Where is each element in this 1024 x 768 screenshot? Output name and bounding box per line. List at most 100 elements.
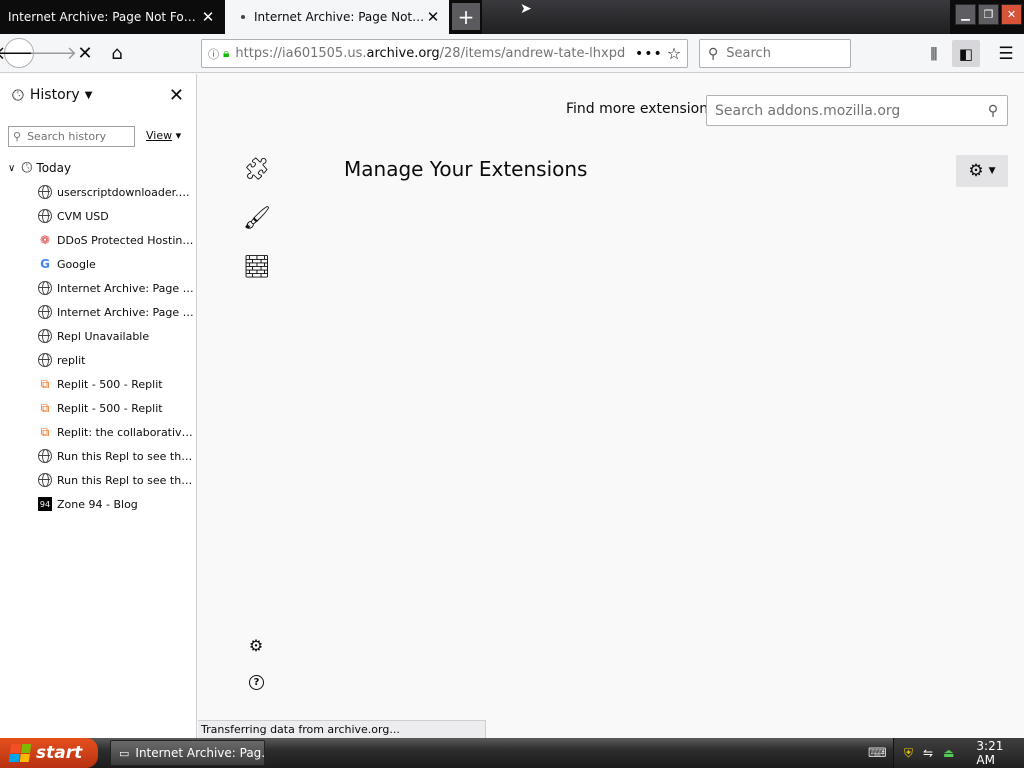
window-close-button[interactable]: ✕: [1001, 4, 1022, 25]
history-item-label: Run this Repl to see the r...: [57, 473, 195, 487]
globe-icon: [38, 185, 52, 199]
bookmark-star-icon[interactable]: ☆: [661, 44, 687, 63]
sidebar-header[interactable]: 🕓︎ History ▼: [0, 74, 196, 116]
chevron-down-icon: ▾: [172, 129, 182, 142]
history-item[interactable]: userscriptdownloader.pur...: [0, 180, 196, 204]
library-icon[interactable]: ⫼: [920, 40, 948, 67]
url-bar[interactable]: ⓘ 🔒︎ https://ia601505.us.archive.org/28/…: [201, 39, 688, 68]
loading-indicator-icon: [241, 15, 245, 19]
history-item[interactable]: G Google: [0, 252, 196, 276]
history-item[interactable]: CVM USD: [0, 204, 196, 228]
tools-menu-button[interactable]: ⚙ ▼: [956, 155, 1008, 187]
search-icon[interactable]: ⚲: [979, 103, 1007, 119]
history-search-input[interactable]: ⚲ Search history: [8, 126, 135, 147]
replit-favicon: ⧉: [40, 400, 50, 415]
forward-button[interactable]: 🡒: [29, 38, 77, 68]
puzzle-icon[interactable]: 🧩︎: [243, 155, 271, 183]
history-item[interactable]: Repl Unavailable: [0, 324, 196, 348]
tab-close-icon[interactable]: ✕: [200, 8, 216, 26]
windows-taskbar: start ▭ Internet Archive: Pag... ⌨ ⛨ ⇋ ⏏…: [0, 738, 1024, 768]
page-actions-button[interactable]: •••: [635, 46, 662, 62]
titlebar-drag-area[interactable]: [482, 0, 950, 34]
keyboard-icon[interactable]: ⌨: [868, 746, 887, 761]
history-item[interactable]: Internet Archive: Page No...: [0, 276, 196, 300]
tab-active[interactable]: Internet Archive: Page Not Found ✕: [225, 0, 449, 34]
history-item-label: replit: [57, 353, 86, 367]
info-icon[interactable]: ⓘ: [208, 46, 219, 62]
history-item-label: userscriptdownloader.pur...: [57, 185, 195, 199]
history-item[interactable]: Internet Archive: Page No...: [0, 300, 196, 324]
navigation-toolbar: 🡐 🡒 ✕ ⌂ ⓘ 🔒︎ https://ia601505.us.archive…: [0, 34, 1024, 73]
addon-search-input[interactable]: Search addons.mozilla.org ⚲: [706, 95, 1008, 126]
globe-icon: [38, 449, 52, 463]
network-icon[interactable]: ⇋: [923, 746, 933, 760]
gear-icon: ⚙: [968, 161, 984, 181]
help-icon[interactable]: ?: [249, 675, 264, 690]
search-placeholder: Search: [726, 46, 771, 61]
history-item[interactable]: Run this Repl to see the r...: [0, 444, 196, 468]
sidebar-title: History: [29, 87, 80, 103]
addon-search-placeholder: Search addons.mozilla.org: [715, 102, 901, 119]
tab-title: Internet Archive: Page Not Found: [8, 10, 200, 24]
clock-icon: 🕓︎: [12, 86, 24, 104]
home-button[interactable]: ⌂: [102, 38, 132, 68]
sidebar-close-icon[interactable]: ✕: [169, 85, 184, 106]
firefox-window-icon: ▭: [119, 746, 130, 760]
find-more-extensions-label: Find more extensions: [566, 101, 716, 117]
search-bar[interactable]: ⚲ Search: [699, 39, 851, 68]
history-item[interactable]: 94 Zone 94 - Blog: [0, 492, 196, 516]
history-tree: ∨ 🕓︎ Today userscriptdownloader.pur... CV…: [0, 156, 196, 516]
history-item[interactable]: ⧉ Replit - 500 - Replit: [0, 396, 196, 420]
history-item-label: DDoS Protected Hosting S...: [57, 233, 195, 247]
safely-remove-icon[interactable]: ⏏: [943, 746, 954, 760]
windows-logo-icon: [8, 744, 32, 762]
sidebar-toggle-icon[interactable]: ◧: [952, 40, 980, 67]
minimize-button[interactable]: ▁: [955, 4, 976, 25]
history-item[interactable]: replit: [0, 348, 196, 372]
tab-title: Internet Archive: Page Not Found: [254, 10, 425, 24]
addons-options-gear-icon[interactable]: ⚙: [246, 635, 266, 655]
history-item[interactable]: ⧉ Replit - 500 - Replit: [0, 372, 196, 396]
history-search-placeholder: Search history: [27, 130, 107, 143]
tab-close-icon[interactable]: ✕: [425, 8, 441, 26]
ddos-favicon: ❁: [39, 233, 51, 247]
brush-icon[interactable]: 🖌︎: [243, 204, 271, 232]
window-controls: ▁ ❐ ✕: [955, 4, 1022, 25]
tab-strip: Internet Archive: Page Not Found ✕ Inter…: [0, 0, 1024, 34]
globe-icon: [38, 305, 52, 319]
security-shield-icon[interactable]: ⛨: [904, 746, 913, 761]
mouse-cursor-icon: ➤: [520, 1, 532, 17]
taskbar-window-button[interactable]: ▭ Internet Archive: Pag...: [110, 740, 265, 766]
taskbar-window-label: Internet Archive: Pag...: [135, 746, 265, 760]
history-item-label: Replit - 500 - Replit: [57, 377, 163, 391]
history-item-label: Replit: the collaborative br...: [57, 425, 195, 439]
history-group-today[interactable]: ∨ 🕓︎ Today: [0, 156, 196, 180]
history-item[interactable]: ⧉ Replit: the collaborative br...: [0, 420, 196, 444]
chevron-down-icon[interactable]: ▼: [85, 90, 93, 101]
history-sidebar: 🕓︎ History ▼ ✕ ⚲ Search history View ▾ ∨…: [0, 74, 197, 738]
history-item[interactable]: Run this Repl to see the r...: [0, 468, 196, 492]
view-menu-button[interactable]: View ▾: [146, 129, 181, 142]
lock-icon[interactable]: 🔒︎: [223, 46, 229, 61]
status-bar: Transferring data from archive.org...: [198, 720, 486, 738]
history-item-label: Replit - 500 - Replit: [57, 401, 163, 415]
restore-button[interactable]: ❐: [978, 4, 999, 25]
zone-favicon: 94: [38, 497, 52, 511]
chevron-down-icon[interactable]: ∨: [8, 163, 15, 174]
tab-inactive[interactable]: Internet Archive: Page Not Found ✕: [0, 0, 224, 34]
stop-button[interactable]: ✕: [70, 38, 100, 68]
plugin-icon[interactable]: 🧱︎: [243, 253, 271, 281]
history-item-label: Run this Repl to see the r...: [57, 449, 195, 463]
history-item-label: Zone 94 - Blog: [57, 497, 138, 511]
clock-time[interactable]: 3:21 AM: [976, 739, 1024, 767]
replit-favicon: ⧉: [40, 424, 50, 439]
hamburger-menu-icon[interactable]: ☰: [992, 40, 1020, 67]
history-item[interactable]: ❁ DDoS Protected Hosting S...: [0, 228, 196, 252]
start-label: start: [36, 743, 83, 763]
new-tab-button[interactable]: +: [452, 3, 480, 30]
url-text[interactable]: https://ia601505.us.archive.org/28/items…: [235, 46, 635, 61]
page-title: Manage Your Extensions: [344, 157, 588, 181]
start-button[interactable]: start: [0, 738, 98, 768]
history-item-label: CVM USD: [57, 209, 109, 223]
addons-manager: Find more extensions Search addons.mozil…: [198, 74, 1024, 738]
